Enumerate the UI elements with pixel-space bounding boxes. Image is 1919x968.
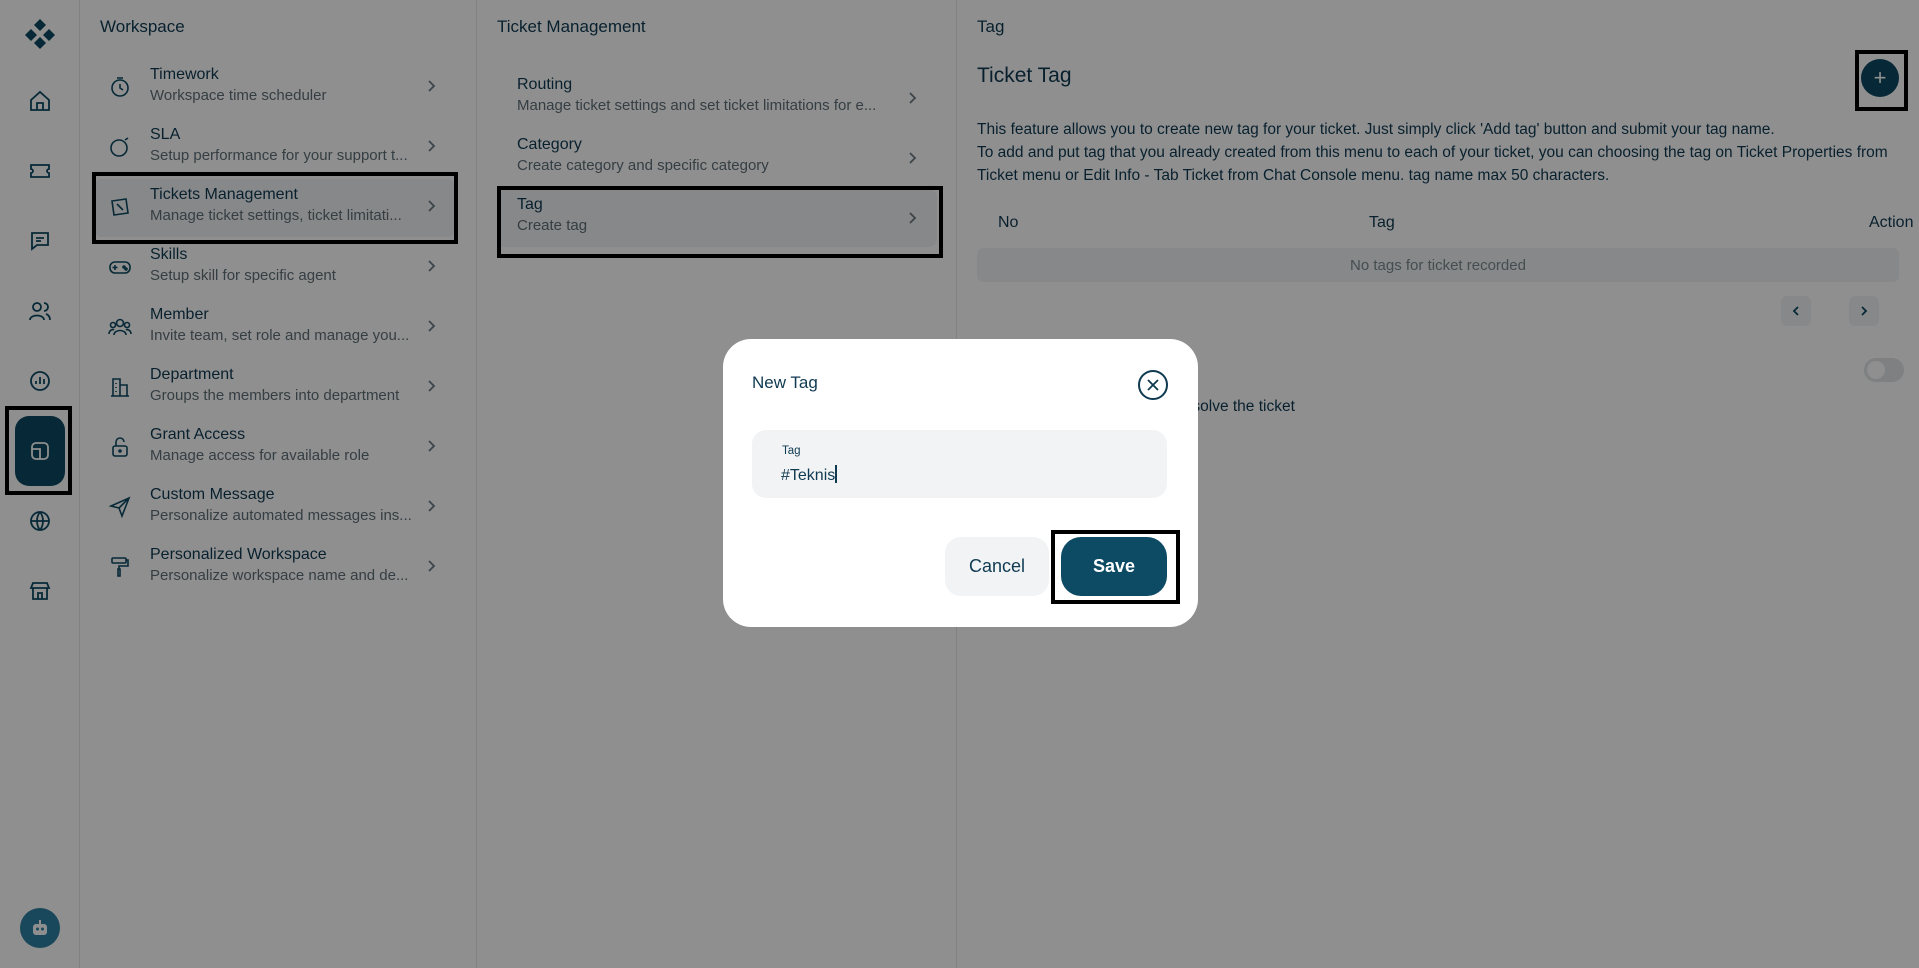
tag-field-label: Tag [782, 445, 801, 457]
tag-input[interactable]: #Teknis [781, 465, 1141, 485]
dialog-title: New Tag [752, 373, 818, 392]
save-highlight-box [1051, 530, 1180, 604]
new-tag-dialog: New Tag Tag #Teknis Cancel Save [723, 339, 1198, 627]
cancel-button[interactable]: Cancel [945, 537, 1049, 596]
tag-field[interactable]: Tag #Teknis [752, 430, 1167, 498]
close-icon [1147, 379, 1159, 391]
tag-input-value: #Teknis [781, 467, 836, 484]
close-button[interactable] [1138, 370, 1168, 400]
text-cursor [835, 465, 837, 483]
